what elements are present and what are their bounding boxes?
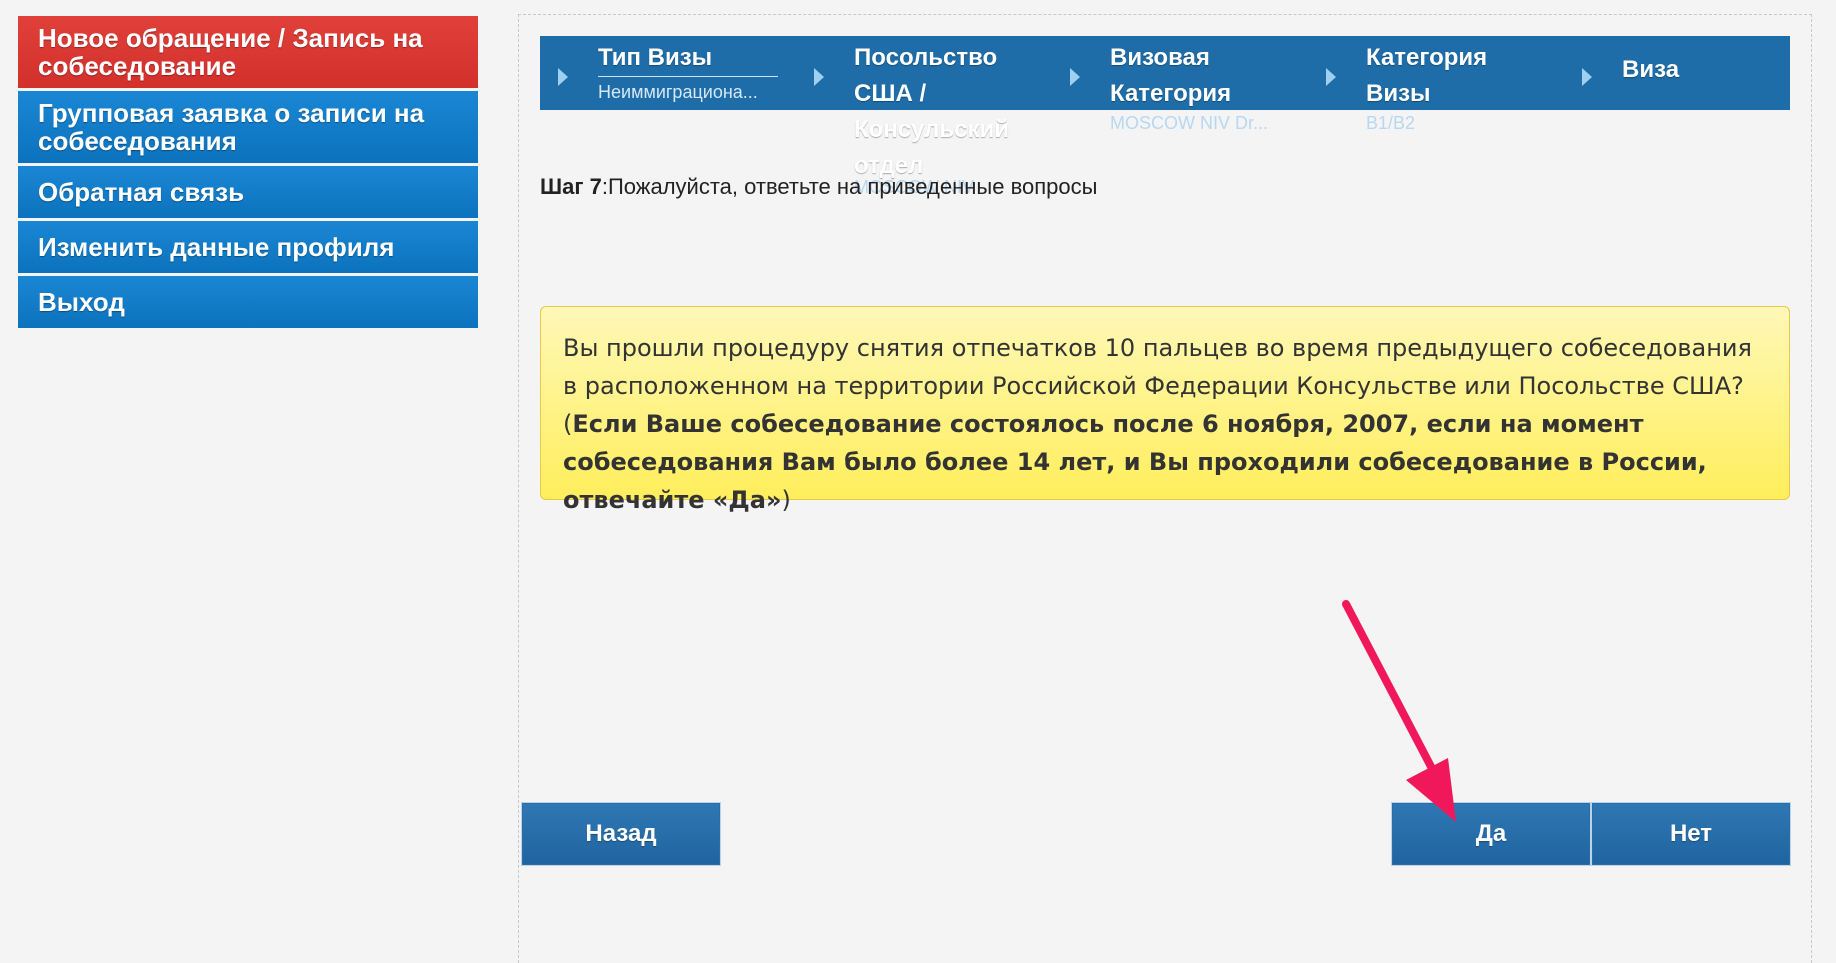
step-title: Посольство США / Консульский отдел [854, 44, 1010, 179]
question-box: Вы прошли процедуру снятия отпечатков 10… [540, 306, 1790, 514]
step-number: Шаг 7 [540, 174, 602, 199]
step-value: MOSCOW NIV Dr... [1110, 113, 1269, 133]
progress-steps: Тип Визы Неиммиграциона... Посольство СШ… [540, 36, 1790, 197]
step-arrow-icon [814, 68, 824, 86]
nav-item-logout[interactable]: Выход [18, 276, 478, 328]
step-arrow-icon [1582, 68, 1592, 86]
question-note: Если Ваше собеседование состоялось после… [563, 410, 1707, 514]
step-value: Неиммиграциона... [598, 76, 778, 103]
nav-item-edit-profile[interactable]: Изменить данные профиля [18, 221, 478, 273]
step-instruction: Шаг 7:Пожалуйста, ответьте на приведенны… [540, 174, 1097, 200]
step-title: Визовая Категория [1110, 44, 1232, 107]
nav-item-new-appointment[interactable]: Новое обращение / Запись на собеседовани… [18, 16, 478, 88]
step-visa-category: Визовая Категория MOSCOW NIV Dr... [1110, 40, 1290, 134]
step-title: Категория Визы [1366, 44, 1488, 107]
step-visa: Виза [1622, 52, 1836, 88]
back-button[interactable]: Назад [521, 802, 721, 866]
no-button[interactable]: Нет [1591, 802, 1791, 866]
annotation-arrow-icon [1342, 600, 1456, 822]
step-arrow-icon [558, 68, 568, 86]
step-title: Тип Визы [598, 44, 713, 71]
side-nav: Новое обращение / Запись на собеседовани… [18, 16, 478, 331]
step-visa-type: Тип Визы Неиммиграциона... [598, 40, 818, 103]
step-title: Виза [1622, 56, 1680, 83]
step-arrow-icon [1326, 68, 1336, 86]
nav-item-group-appointment[interactable]: Групповая заявка о записи на собеседован… [18, 91, 478, 163]
instruction-text: :Пожалуйста, ответьте на приведенные воп… [601, 174, 1098, 199]
nav-item-feedback[interactable]: Обратная связь [18, 166, 478, 218]
question-end: ) [781, 486, 791, 514]
step-arrow-icon [1070, 68, 1080, 86]
step-visa-class: Категория Визы B1/B2 [1366, 40, 1536, 134]
step-value: B1/B2 [1366, 113, 1416, 133]
